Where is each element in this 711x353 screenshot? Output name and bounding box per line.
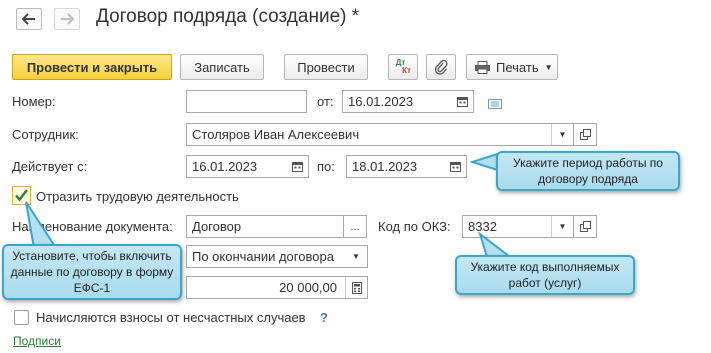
dt-kt-button[interactable]: Дт Кт [388, 54, 418, 80]
number-label: Номер: [12, 94, 56, 109]
calendar-button[interactable] [286, 156, 308, 177]
forward-button[interactable] [54, 8, 80, 30]
post-and-close-label: Провести и закрыть [26, 59, 158, 75]
save-label: Записать [194, 59, 250, 75]
save-button[interactable]: Записать [180, 54, 264, 80]
valid-from-value: 16.01.2023 [192, 159, 258, 174]
valid-to-label: по: [317, 159, 335, 174]
accident-checkbox-label: Начисляются взносы от несчастных случаев [36, 310, 306, 325]
arrow-left-icon [22, 13, 35, 25]
okz-label: Код по ОКЗ: [378, 219, 451, 234]
back-button[interactable] [16, 8, 42, 30]
number-field[interactable] [186, 90, 307, 113]
calendar-button[interactable] [444, 156, 466, 177]
open-card-icon [579, 129, 591, 140]
amount-value: 20 000,00 [279, 280, 337, 295]
valid-from-field[interactable]: 16.01.2023 [186, 155, 309, 178]
payment-field[interactable]: По окончании договора ▼ [186, 245, 368, 268]
kt-icon: Кт [402, 66, 411, 75]
help-icon[interactable]: ? [320, 310, 328, 325]
arrow-right-icon [61, 13, 74, 25]
callout-period: Укажите период работы по договору подряд… [496, 151, 680, 191]
amount-field[interactable]: 20 000,00 [186, 276, 368, 299]
payment-dropdown-button[interactable]: ▼ [345, 246, 367, 267]
document-date-field[interactable]: 16.01.2023 [342, 90, 474, 113]
valid-to-field[interactable]: 18.01.2023 [346, 155, 467, 178]
callout-okz: Укажите код выполняемых работ (услуг) [455, 255, 635, 295]
doc-name-field[interactable]: Договор [186, 215, 344, 238]
callout-pointer-checkbox [25, 201, 58, 249]
calendar-icon [449, 162, 461, 172]
signatures-link[interactable]: Подписи [13, 334, 61, 348]
chevron-down-icon: ▼ [558, 130, 567, 139]
chevron-down-icon: ▼ [558, 222, 567, 231]
print-label: Печать [496, 59, 539, 75]
callout-checkbox-text: Установите, чтобы включить данные по дог… [10, 249, 174, 295]
callout-okz-text: Укажите код выполняемых работ (услуг) [470, 260, 620, 290]
printer-icon [475, 60, 490, 74]
calculator-button[interactable] [345, 277, 367, 298]
chevron-down-icon: ▼ [544, 62, 553, 72]
calendar-button[interactable] [451, 91, 473, 112]
chevron-down-icon: ▼ [352, 252, 360, 261]
document-date-value: 16.01.2023 [348, 94, 414, 109]
reflect-checkbox-label: Отразить трудовую деятельность [36, 189, 239, 204]
employee-value: Столяров Иван Алексеевич [192, 127, 360, 142]
post-and-close-button[interactable]: Провести и закрыть [12, 54, 172, 80]
paperclip-icon [434, 59, 448, 75]
calculator-icon [351, 281, 362, 294]
calendar-icon [291, 162, 303, 172]
print-dropdown-button[interactable]: Печать ▼ [466, 54, 558, 80]
open-card-icon [579, 221, 591, 232]
valid-from-label: Действует с: [12, 159, 88, 174]
calendar-icon [456, 97, 468, 107]
open-employee-button[interactable] [573, 123, 597, 146]
employee-label: Сотрудник: [12, 127, 79, 142]
employee-field[interactable]: Столяров Иван Алексеевич ▼ [186, 123, 574, 146]
comment-icon[interactable] [488, 97, 502, 109]
ellipsis-icon: ... [350, 220, 360, 233]
accident-checkbox[interactable] [14, 310, 29, 325]
post-button[interactable]: Провести [284, 54, 368, 80]
okz-dropdown-button[interactable]: ▼ [551, 216, 573, 237]
post-label: Провести [297, 59, 355, 75]
callout-checkbox: Установите, чтобы включить данные по дог… [2, 244, 182, 300]
employee-dropdown-button[interactable]: ▼ [551, 124, 573, 145]
open-okz-button[interactable] [573, 215, 597, 238]
valid-to-value: 18.01.2023 [352, 159, 418, 174]
doc-name-select-button[interactable]: ... [343, 215, 367, 238]
date-from-label: от: [317, 94, 334, 109]
payment-value: По окончании договора [192, 249, 334, 264]
callout-period-text: Укажите период работы по договору подряд… [513, 156, 663, 186]
page-title: Договор подряда (создание) * [96, 6, 360, 27]
attach-button[interactable] [426, 54, 456, 80]
